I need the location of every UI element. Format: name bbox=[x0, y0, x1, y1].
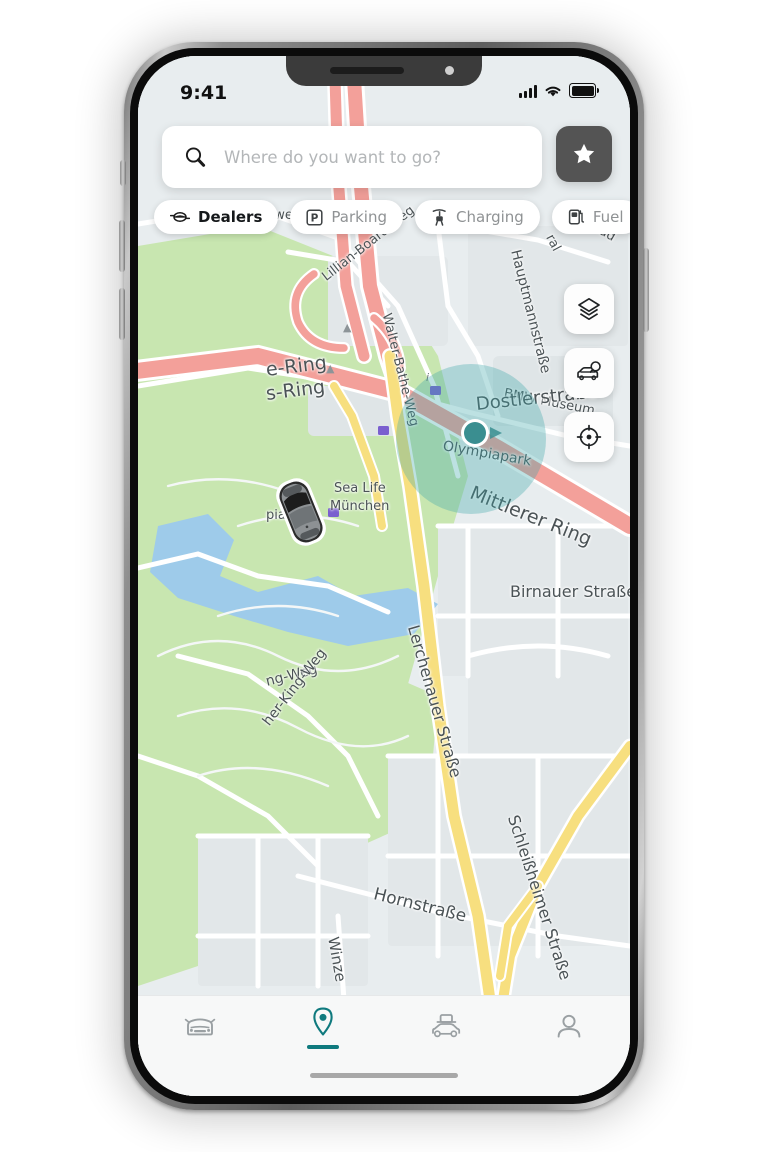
layers-icon bbox=[578, 297, 600, 321]
volume-up-button[interactable] bbox=[119, 220, 125, 272]
phone-screen: i ▲ ▲ Lillian-Board-Weg Walter-Bathe-Weg e… bbox=[138, 56, 630, 1096]
star-icon bbox=[573, 143, 595, 164]
status-time: 9:41 bbox=[180, 82, 228, 104]
nav-item-profile[interactable] bbox=[507, 1012, 630, 1042]
search-row: Where do you want to go? bbox=[162, 126, 612, 188]
favorites-button[interactable] bbox=[556, 126, 612, 182]
charging-plug-icon bbox=[432, 209, 446, 226]
car-luggage-icon bbox=[431, 1014, 460, 1038]
cellular-signal-icon bbox=[519, 85, 537, 98]
nav-item-map[interactable] bbox=[261, 1005, 384, 1049]
chip-label: Charging bbox=[456, 208, 524, 226]
chip-dealers[interactable]: Dealers bbox=[154, 200, 279, 234]
screenshot-root: i ▲ ▲ Lillian-Board-Weg Walter-Bathe-Weg e… bbox=[0, 0, 768, 1152]
search-icon bbox=[185, 147, 206, 167]
svg-text:▲: ▲ bbox=[343, 321, 352, 334]
volume-down-button[interactable] bbox=[119, 288, 125, 340]
filter-chips: Dealers P Parking Charging Fuel bbox=[154, 200, 630, 234]
chip-parking[interactable]: P Parking bbox=[290, 200, 404, 234]
status-icons bbox=[519, 83, 599, 98]
wifi-icon bbox=[545, 86, 561, 97]
search-placeholder: Where do you want to go? bbox=[224, 147, 442, 167]
chip-charging[interactable]: Charging bbox=[415, 200, 540, 234]
find-car-icon bbox=[577, 361, 601, 381]
search-input[interactable]: Where do you want to go? bbox=[162, 126, 542, 188]
poi-olympiapark-icon bbox=[378, 426, 389, 435]
nav-active-indicator bbox=[306, 1045, 339, 1049]
silent-switch[interactable] bbox=[120, 160, 126, 186]
chip-label: Parking bbox=[331, 208, 388, 226]
car-front-icon bbox=[184, 1018, 215, 1036]
location-pin-icon bbox=[312, 1007, 333, 1036]
svg-text:P: P bbox=[311, 212, 319, 224]
home-indicator[interactable] bbox=[310, 1073, 458, 1078]
earpiece-speaker bbox=[330, 67, 404, 74]
bottom-navigation bbox=[138, 995, 630, 1096]
nav-item-vehicle[interactable] bbox=[138, 1013, 261, 1041]
chip-label: Fuel bbox=[592, 208, 624, 226]
chip-label: Dealers bbox=[198, 208, 263, 226]
poi-sealife-icon bbox=[328, 508, 339, 517]
find-car-button[interactable] bbox=[564, 348, 614, 398]
bottom-nav-items bbox=[138, 996, 630, 1058]
bmw-roundel-icon bbox=[170, 212, 190, 222]
front-camera bbox=[445, 66, 454, 75]
crosshair-icon bbox=[576, 424, 602, 450]
battery-full-icon bbox=[569, 83, 599, 98]
person-icon bbox=[557, 1014, 580, 1038]
power-button[interactable] bbox=[643, 248, 649, 332]
map-controls bbox=[564, 284, 614, 462]
svg-text:▲: ▲ bbox=[326, 362, 335, 375]
map-layers-button[interactable] bbox=[564, 284, 614, 334]
fuel-pump-icon bbox=[568, 209, 584, 225]
parking-p-icon: P bbox=[306, 208, 323, 226]
nav-item-trips[interactable] bbox=[384, 1012, 507, 1042]
notch bbox=[286, 56, 482, 86]
chip-fuel[interactable]: Fuel bbox=[551, 200, 630, 234]
locate-me-button[interactable] bbox=[564, 412, 614, 462]
